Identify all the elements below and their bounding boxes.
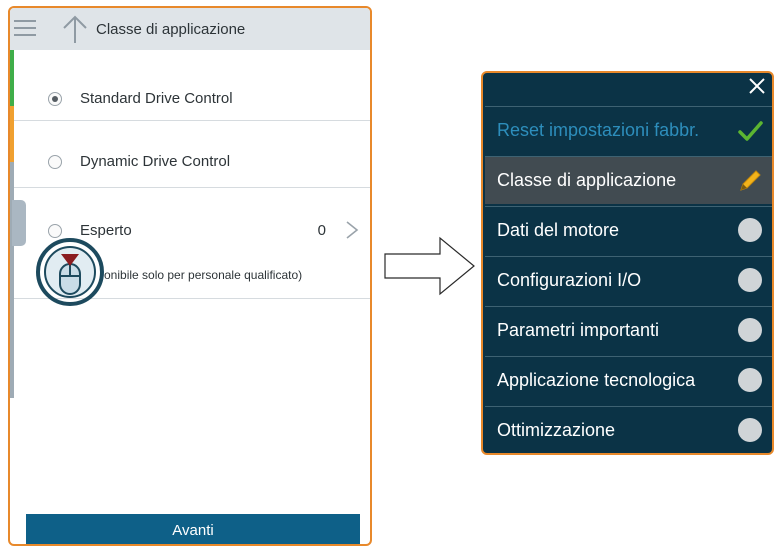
menu-item-label: Classe di applicazione bbox=[497, 170, 677, 190]
pending-status-icon bbox=[738, 368, 762, 392]
check-icon bbox=[738, 121, 763, 141]
option-label: Standard Drive Control bbox=[80, 90, 233, 107]
tap-cursor-icon bbox=[36, 238, 104, 306]
option-note: onibile solo per personale qualificato) bbox=[104, 268, 303, 282]
radio-button[interactable] bbox=[48, 155, 62, 169]
option-dynamic-drive-control[interactable]: Dynamic Drive Control bbox=[14, 121, 370, 187]
menu-item-motor-data[interactable]: Dati del motore bbox=[485, 206, 772, 254]
transition-arrow-icon bbox=[384, 236, 475, 296]
pencil-icon bbox=[740, 170, 761, 191]
collapsed-navigation-tab[interactable] bbox=[12, 200, 26, 246]
menu-item-label: Configurazioni I/O bbox=[497, 270, 642, 290]
next-button[interactable]: Avanti bbox=[26, 514, 360, 544]
close-icon[interactable] bbox=[748, 77, 766, 95]
hamburger-menu-icon[interactable] bbox=[14, 20, 36, 36]
pending-status-icon bbox=[738, 218, 762, 242]
pending-status-icon bbox=[738, 418, 762, 442]
up-arrow-icon[interactable] bbox=[62, 14, 88, 44]
menu-item-technological-application[interactable]: Applicazione tecnologica bbox=[485, 356, 772, 404]
menu-item-label: Dati del motore bbox=[497, 220, 620, 240]
option-label: Dynamic Drive Control bbox=[80, 153, 231, 170]
menu-item-label: Parametri importanti bbox=[497, 320, 660, 340]
commissioning-menu-panel: Reset impostazioni fabbr. Classe di appl… bbox=[481, 71, 774, 455]
menu-item-label: Reset impostazioni fabbr. bbox=[497, 120, 700, 140]
menu-item-io-configuration[interactable]: Configurazioni I/O bbox=[485, 256, 772, 304]
application-class-panel: Classe di applicazione Standard Drive Co… bbox=[8, 6, 372, 546]
menu-item-label: Applicazione tecnologica bbox=[497, 370, 696, 390]
panel-header: Classe di applicazione bbox=[10, 8, 370, 50]
parameter-count: 0 bbox=[317, 222, 326, 239]
pending-status-icon bbox=[738, 268, 762, 292]
option-standard-drive-control[interactable]: Standard Drive Control bbox=[14, 50, 370, 120]
panel-title: Classe di applicazione bbox=[96, 21, 246, 38]
pending-status-icon bbox=[738, 318, 762, 342]
radio-button-selected[interactable] bbox=[48, 92, 62, 106]
menu-item-important-parameters[interactable]: Parametri importanti bbox=[485, 306, 772, 354]
menu-item-reset-factory[interactable]: Reset impostazioni fabbr. bbox=[485, 106, 772, 154]
menu-item-application-class[interactable]: Classe di applicazione bbox=[485, 156, 772, 204]
menu-item-label: Ottimizzazione bbox=[497, 420, 616, 440]
chevron-right-icon[interactable] bbox=[344, 220, 360, 240]
menu-item-optimization[interactable]: Ottimizzazione bbox=[485, 406, 772, 453]
